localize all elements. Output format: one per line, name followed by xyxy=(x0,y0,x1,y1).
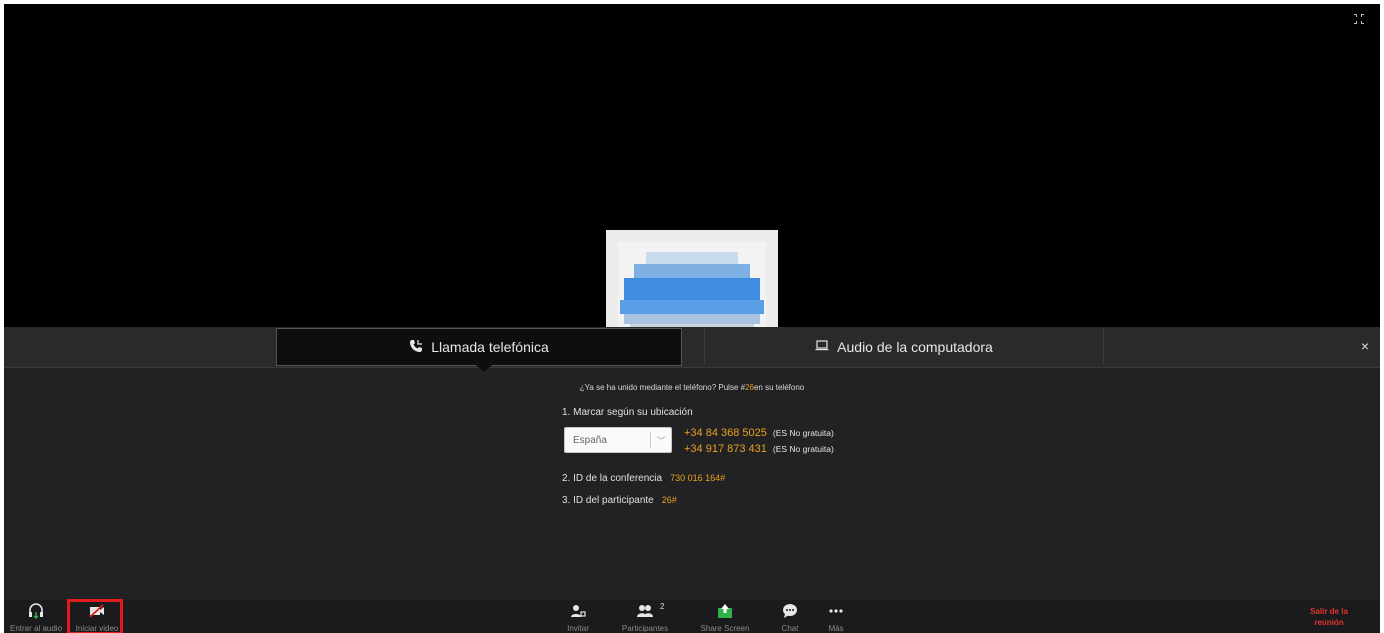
phone-number[interactable]: +34 917 873 431 xyxy=(684,443,767,455)
invite-label: Invitar xyxy=(567,624,589,633)
step2-row: 2. ID de la conferencia 730 016 164# xyxy=(562,473,725,484)
phone-tag: (ES No gratuita) xyxy=(772,444,834,454)
meeting-window: Llamada telefónica Audio de la computado… xyxy=(4,4,1380,633)
tab-computer-label: Audio de la computadora xyxy=(837,338,993,355)
faint-label: ... xyxy=(126,589,132,596)
phone-number[interactable]: +34 84 368 5025 xyxy=(684,427,767,439)
share-screen-label: Share Screen xyxy=(700,624,750,633)
participants-icon xyxy=(636,600,654,622)
meeting-toolbar: ... Entrar al audio Iniciar video Invita… xyxy=(4,589,1380,633)
tab-phone-call[interactable]: Llamada telefónica xyxy=(276,328,682,366)
chat-icon xyxy=(781,600,799,622)
leave-meeting-button[interactable]: Salir de la reunión xyxy=(1304,606,1354,628)
chat-button[interactable]: Chat xyxy=(770,600,810,633)
highlight-box xyxy=(67,599,123,633)
step3-row: 3. ID del participante 26# xyxy=(562,495,677,506)
add-user-icon xyxy=(569,600,587,622)
phone-tag: (ES No gratuita) xyxy=(772,428,834,438)
step1-title: 1. Marcar según su ubicación xyxy=(562,407,693,418)
phone-number-row: +34 917 873 431 (ES No gratuita) xyxy=(684,443,834,455)
joined-note: ¿Ya se ha unido mediante el teléfono? Pu… xyxy=(4,383,1380,392)
conference-id: 730 016 164# xyxy=(670,473,726,483)
participants-button[interactable]: 2 Participantes xyxy=(610,600,680,633)
participants-count: 2 xyxy=(660,602,665,611)
leave-label-line1: Salir de la xyxy=(1310,607,1348,616)
tab-pointer xyxy=(476,365,492,372)
join-audio-label: Entrar al audio xyxy=(9,624,63,633)
leave-label-line2: reunión xyxy=(1314,618,1344,627)
share-screen-icon xyxy=(716,600,734,622)
chat-label: Chat xyxy=(781,624,799,633)
laptop-icon xyxy=(815,338,829,355)
invite-button[interactable]: Invitar xyxy=(556,600,600,633)
country-value: España xyxy=(573,434,607,446)
phone-icon xyxy=(409,339,423,356)
more-label: Más xyxy=(828,624,844,633)
close-icon[interactable]: × xyxy=(1358,339,1372,353)
country-select[interactable]: España ﹀ xyxy=(564,427,672,453)
step2-title: 2. ID de la conferencia xyxy=(562,473,663,484)
more-icon xyxy=(827,600,845,622)
joined-note-suffix: en su teléfono xyxy=(753,383,805,392)
tab-computer-audio[interactable]: Audio de la computadora xyxy=(704,328,1104,365)
participant-id: 26# xyxy=(661,495,677,505)
chevron-down-icon: ﹀ xyxy=(656,435,666,446)
participants-label: Participantes xyxy=(621,624,669,633)
phone-number-row: +34 84 368 5025 (ES No gratuita) xyxy=(684,427,834,439)
join-audio-panel: Llamada telefónica Audio de la computado… xyxy=(4,327,1380,600)
joined-note-prefix: ¿Ya se ha unido mediante el teléfono? Pu… xyxy=(579,383,746,392)
join-audio-button[interactable]: Entrar al audio xyxy=(4,600,68,633)
audio-tabs: Llamada telefónica Audio de la computado… xyxy=(4,327,1380,372)
step3-title: 3. ID del participante xyxy=(562,495,654,506)
tab-phone-label: Llamada telefónica xyxy=(431,339,549,355)
joined-note-code: 26 xyxy=(745,383,754,392)
headphones-icon xyxy=(27,600,45,622)
share-screen-button[interactable]: Share Screen xyxy=(694,600,756,633)
more-button[interactable]: Más xyxy=(818,600,854,633)
fullscreen-exit-icon[interactable] xyxy=(1352,12,1366,26)
